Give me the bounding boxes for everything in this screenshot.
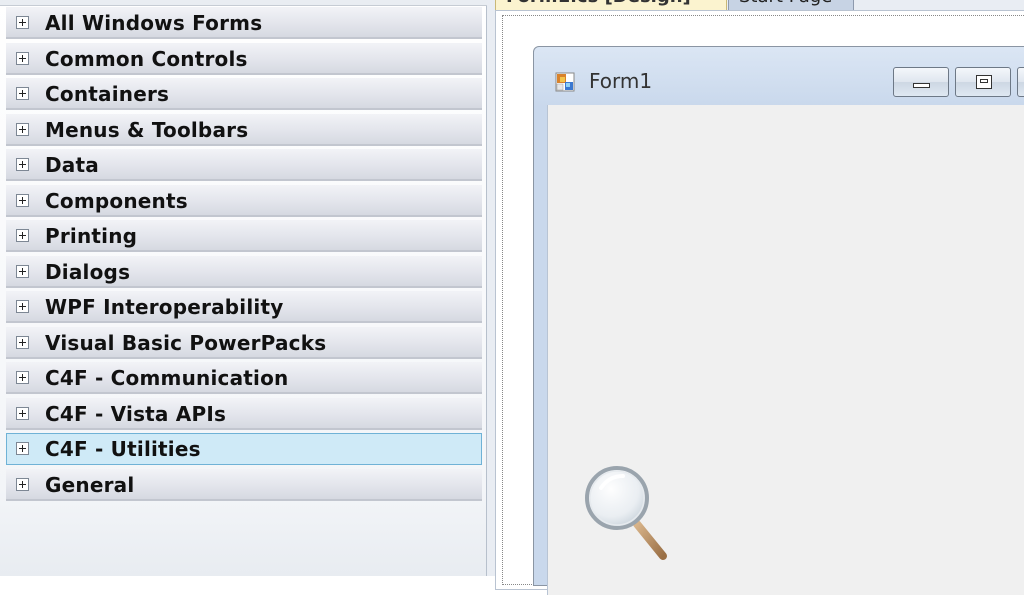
- toolbox-group-visual-basic-powerpacks[interactable]: Visual Basic PowerPacks: [6, 326, 482, 359]
- maximize-icon: [976, 75, 992, 89]
- expand-plus-icon[interactable]: [16, 477, 29, 491]
- expand-plus-icon[interactable]: [16, 16, 29, 29]
- tab-form1-design[interactable]: Form1.cs [Design]: [495, 0, 727, 10]
- minimize-icon: [913, 83, 930, 88]
- form-icon: [555, 72, 575, 92]
- minimize-button[interactable]: [893, 67, 949, 97]
- expand-plus-icon[interactable]: [16, 193, 29, 207]
- expand-plus-icon[interactable]: [16, 122, 29, 136]
- toolbox-group-data[interactable]: Data: [6, 149, 482, 181]
- expand-plus-icon[interactable]: [16, 371, 29, 384]
- toolbox-group-label: Containers: [45, 82, 170, 106]
- toolbox-group-containers[interactable]: Containers: [6, 78, 482, 110]
- form-title: Form1: [589, 69, 653, 93]
- expand-plus-icon[interactable]: [16, 264, 29, 278]
- expand-plus-icon[interactable]: [16, 406, 29, 420]
- toolbox-group-label: WPF Interoperability: [45, 295, 284, 319]
- toolbox-group-general[interactable]: General: [6, 468, 482, 501]
- expand-plus-icon[interactable]: [16, 51, 29, 65]
- toolbox-group-list: All Windows Forms Common Controls Contai…: [6, 7, 482, 504]
- expand-plus-icon[interactable]: [16, 335, 29, 349]
- toolbox-group-components[interactable]: Components: [6, 184, 482, 217]
- form-titlebar[interactable]: Form1: [534, 47, 1024, 105]
- toolbox-group-label: C4F - Communication: [45, 366, 289, 390]
- toolbox-group-label: Dialogs: [45, 259, 131, 284]
- toolbox-group-printing[interactable]: Printing: [6, 220, 482, 252]
- expand-plus-icon[interactable]: [16, 229, 29, 242]
- magnifier-icon: [585, 466, 667, 560]
- toolbox-group-wpf-interoperability[interactable]: WPF Interoperability: [6, 291, 482, 323]
- toolbox-group-c4f-communication[interactable]: C4F - Communication: [6, 362, 482, 394]
- toolbox-group-label: Visual Basic PowerPacks: [45, 330, 327, 355]
- toolbox-group-label: C4F - Vista APIs: [45, 401, 227, 426]
- toolbox-group-all-windows-forms[interactable]: All Windows Forms: [6, 7, 482, 39]
- toolbox-group-dialogs[interactable]: Dialogs: [6, 255, 482, 288]
- toolbox-panel: All Windows Forms Common Controls Contai…: [0, 0, 487, 576]
- expand-plus-icon[interactable]: [16, 300, 29, 313]
- expand-plus-icon[interactable]: [16, 158, 29, 171]
- toolbox-group-c4f-vista-apis[interactable]: C4F - Vista APIs: [6, 397, 482, 430]
- toolbox-group-label: Common Controls: [45, 46, 248, 71]
- expand-plus-icon[interactable]: [16, 442, 29, 455]
- toolbox-group-common-controls[interactable]: Common Controls: [6, 42, 482, 75]
- toolbox-group-label: C4F - Utilities: [45, 437, 201, 461]
- toolbox-group-label: Menus & Toolbars: [45, 117, 249, 142]
- toolbox-group-menus-toolbars[interactable]: Menus & Toolbars: [6, 113, 482, 146]
- expand-plus-icon[interactable]: [16, 87, 29, 100]
- close-button[interactable]: [1017, 67, 1024, 97]
- tab-start-page[interactable]: Start Page: [728, 0, 854, 10]
- toolbox-group-label: Components: [45, 188, 188, 213]
- toolbox-group-label: General: [45, 472, 135, 497]
- toolbox-group-c4f-utilities[interactable]: C4F - Utilities: [6, 433, 482, 465]
- toolbox-group-label: Printing: [45, 224, 138, 248]
- maximize-button[interactable]: [955, 67, 1011, 97]
- toolbox-group-label: Data: [45, 153, 99, 177]
- toolbox-group-label: All Windows Forms: [45, 11, 263, 35]
